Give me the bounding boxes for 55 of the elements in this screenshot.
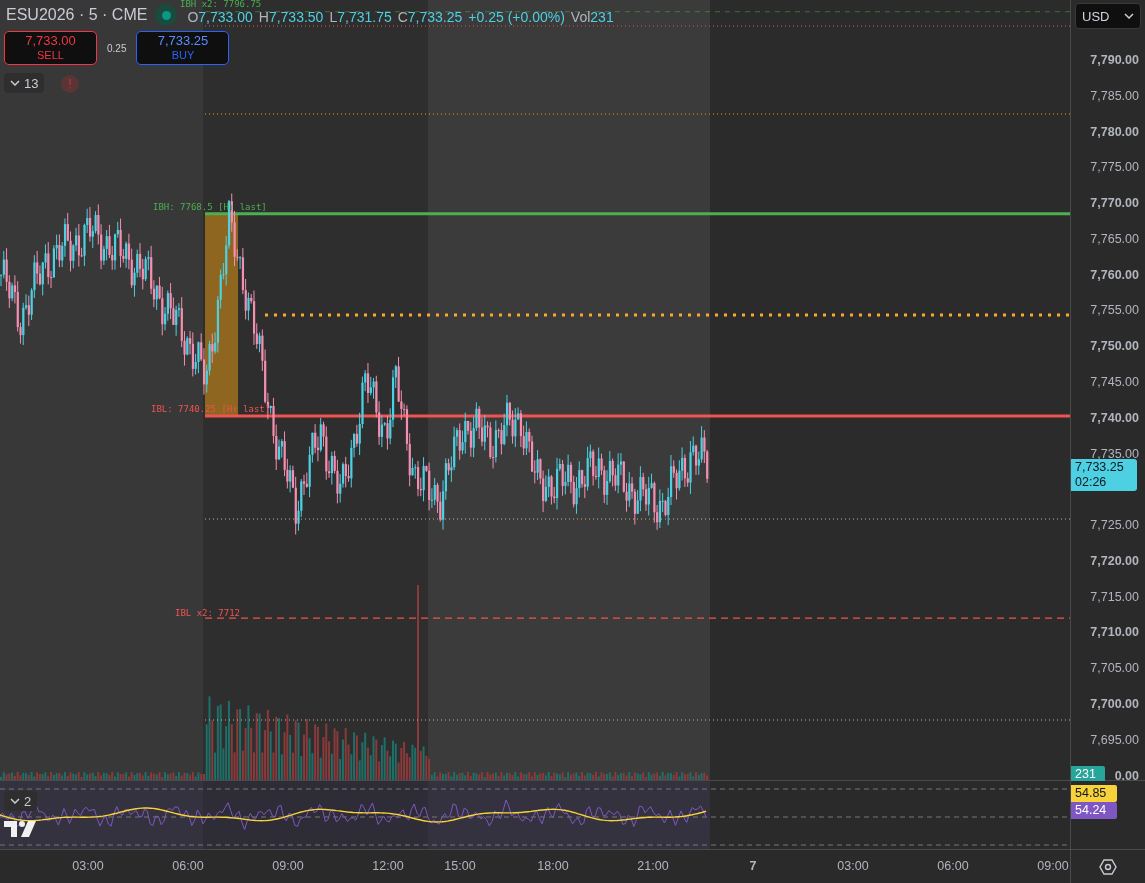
ohlc-value: C7,733.25	[397, 9, 463, 25]
volume-value: Vol231	[570, 9, 614, 25]
price-tick: 7,780.00	[1090, 124, 1139, 139]
price-tick: 7,770.00	[1090, 196, 1139, 211]
time-tick: 09:00	[1037, 859, 1069, 873]
price-tick: 7,735.00	[1090, 446, 1139, 461]
time-tick: 06:00	[937, 859, 969, 873]
price-tick: 7,710.00	[1090, 625, 1139, 640]
time-tick: 03:00	[72, 859, 104, 873]
price-tick: 7,755.00	[1090, 303, 1139, 318]
time-tick: 06:00	[172, 859, 204, 873]
currency-dropdown[interactable]: USD	[1075, 3, 1141, 29]
price-tick: 7,720.00	[1090, 553, 1139, 568]
indicators-toggle[interactable]: 2	[4, 791, 38, 811]
time-tick: 12:00	[372, 859, 404, 873]
price-tick: 7,700.00	[1090, 697, 1139, 712]
price-tick: 7,745.00	[1090, 375, 1139, 389]
price-tick: 7,695.00	[1090, 732, 1139, 747]
indicator-value-badge: 54.85	[1071, 785, 1117, 802]
time-tick: 03:00	[837, 859, 869, 873]
price-tick: 7,785.00	[1090, 88, 1139, 103]
price-tick: 7,705.00	[1090, 661, 1139, 676]
settings-icon[interactable]	[1099, 857, 1117, 876]
last-price: 7,733.25	[1075, 460, 1125, 475]
price-tick: 7,775.00	[1090, 160, 1139, 175]
time-tick: 7	[749, 859, 757, 873]
indicators-toggle[interactable]: 13	[4, 73, 45, 93]
time-tick: 18:00	[537, 859, 569, 873]
indicator-value-badge: 54.24	[1071, 802, 1117, 819]
chevron-down-icon	[1124, 13, 1134, 19]
symbol-title[interactable]: ESU2026 · 5 · CME	[6, 6, 148, 24]
ohlc-value: O7,733.00	[187, 9, 253, 25]
bar-countdown: 02:26	[1075, 475, 1108, 490]
ohlc-value: L7,731.75	[329, 9, 392, 25]
sell-button[interactable]: 7,733.00 SELL	[4, 31, 97, 65]
price-tick: 7,715.00	[1090, 589, 1139, 604]
buy-button[interactable]: 7,733.25 BUY	[136, 31, 230, 65]
spread-value: 0.25	[107, 42, 127, 54]
price-tick: 7,765.00	[1090, 231, 1139, 246]
time-tick: 21:00	[637, 859, 669, 873]
price-tick: 7,750.00	[1090, 339, 1139, 354]
logo-icon	[4, 819, 38, 839]
price-tick: 7,760.00	[1090, 267, 1139, 282]
price-tick: 0.00	[1114, 768, 1139, 783]
level-label: IBL x2: 7712	[175, 608, 241, 618]
time-tick: 15:00	[444, 859, 476, 873]
price-tick: 7,725.00	[1090, 518, 1139, 533]
time-tick: 09:00	[272, 859, 304, 873]
price-tick: 7,740.00	[1090, 410, 1139, 425]
price-change: +0.25 (+0.00%)	[468, 9, 565, 25]
level-label: IBH x2: 7796.75	[180, 0, 262, 9]
price-tick: 7,790.00	[1090, 53, 1139, 67]
chevron-down-icon	[10, 80, 20, 86]
chevron-down-icon	[10, 798, 20, 804]
ohlc-value: H7,733.50	[258, 9, 324, 25]
